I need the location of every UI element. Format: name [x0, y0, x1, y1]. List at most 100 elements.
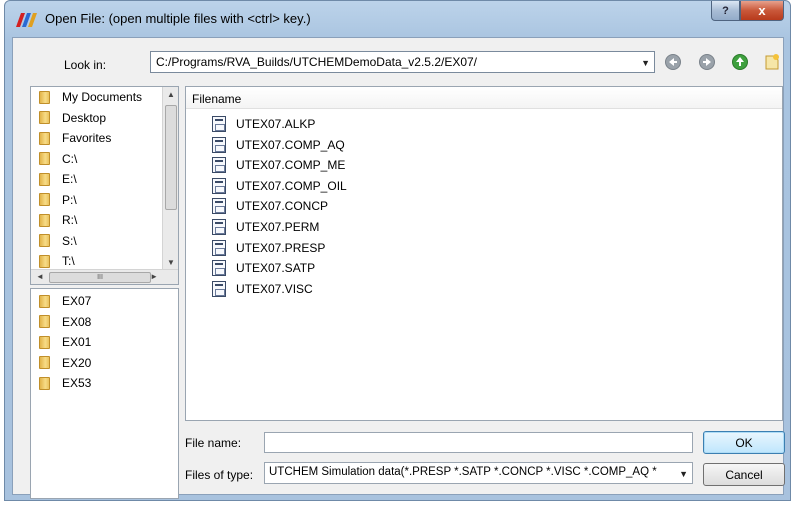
parent-folder-icon[interactable] — [731, 53, 749, 71]
open-file-dialog: Open File: (open multiple files with <ct… — [4, 0, 791, 501]
folder-icon — [39, 234, 50, 248]
filetype-value: UTCHEM Simulation data(*.PRESP *.SATP *.… — [269, 466, 657, 478]
places-vertical-scrollbar[interactable]: ▲ ▼ — [162, 87, 178, 270]
back-icon[interactable] — [664, 53, 682, 71]
folder-icon — [39, 152, 50, 166]
file-item[interactable]: UTEX07.CONCP — [212, 196, 328, 216]
scroll-up-icon[interactable]: ▲ — [167, 90, 175, 99]
file-name: UTEX07.COMP_ME — [236, 158, 346, 173]
folder-icon — [39, 315, 50, 329]
file-icon — [212, 280, 226, 297]
place-label: Desktop — [62, 110, 107, 125]
file-icon — [212, 219, 226, 235]
close-button[interactable]: x — [740, 1, 784, 21]
place-item[interactable]: P:\ — [31, 190, 178, 211]
recent-folder-label: EX07 — [62, 294, 92, 309]
place-label: Favorites — [62, 131, 112, 146]
scroll-left-icon[interactable]: ◄ — [36, 272, 44, 281]
scroll-down-icon[interactable]: ▼ — [167, 258, 175, 267]
file-icon — [212, 177, 226, 194]
file-name: UTEX07.COMP_AQ — [236, 137, 345, 152]
place-label: T:\ — [62, 254, 75, 269]
file-list[interactable]: Filename UTEX07.ALKP UTEX07.COMP_AQ UTEX07… — [185, 86, 783, 421]
recent-folder-item[interactable]: EX01 — [31, 332, 178, 353]
chevron-down-icon[interactable]: ▼ — [641, 58, 650, 68]
filename-input[interactable] — [264, 432, 693, 453]
folder-icon — [39, 376, 50, 390]
file-name: UTEX07.VISC — [236, 281, 313, 296]
filename-column-header[interactable]: Filename — [186, 87, 782, 109]
recent-folder-item[interactable]: EX08 — [31, 312, 178, 333]
place-label: C:\ — [62, 151, 78, 166]
file-name: UTEX07.SATP — [236, 261, 316, 276]
place-label: S:\ — [62, 233, 77, 248]
filename-label: File name: — [185, 436, 242, 450]
file-icon — [212, 157, 226, 174]
forward-icon[interactable] — [698, 53, 716, 71]
file-item[interactable]: UTEX07.SATP — [212, 258, 315, 278]
file-icon — [212, 198, 226, 215]
folder-icon — [39, 213, 50, 227]
place-label: E:\ — [62, 172, 77, 187]
file-icon — [212, 260, 226, 277]
folder-icon — [39, 111, 50, 125]
new-folder-icon[interactable] — [763, 53, 781, 71]
help-button[interactable]: ? — [711, 1, 740, 21]
recent-folders-list[interactable]: EX07 EX08 EX01 EX20 EX53 — [30, 288, 179, 499]
dialog-body: Look in: C:/Programs/RVA_Builds/UTCHEMDe… — [12, 37, 785, 499]
folder-icon — [39, 356, 50, 370]
filetype-combo[interactable]: UTCHEM Simulation data(*.PRESP *.SATP *.… — [264, 462, 693, 484]
recent-folder-item[interactable]: EX07 — [31, 291, 178, 312]
file-item[interactable]: UTEX07.PERM — [212, 217, 319, 237]
place-item[interactable]: C:\ — [31, 149, 178, 170]
folder-icon — [39, 335, 50, 349]
scroll-right-icon[interactable]: ► — [150, 272, 158, 281]
file-icon — [212, 239, 226, 256]
folder-icon — [39, 193, 50, 207]
folder-icon — [39, 131, 50, 145]
scroll-thumb[interactable]: III — [49, 272, 151, 283]
file-item[interactable]: UTEX07.VISC — [212, 279, 313, 299]
file-name: UTEX07.COMP_OIL — [236, 178, 347, 193]
recent-folder-item[interactable]: EX20 — [31, 353, 178, 374]
file-icon — [212, 136, 226, 153]
chevron-down-icon[interactable]: ▼ — [676, 469, 688, 479]
recent-folder-label: EX01 — [62, 335, 92, 350]
filetype-label: Files of type: — [185, 468, 254, 482]
recent-folder-label: EX08 — [62, 314, 92, 329]
file-item[interactable]: UTEX07.COMP_OIL — [212, 176, 347, 196]
place-label: My Documents — [62, 90, 143, 105]
recent-folder-label: EX20 — [62, 355, 92, 370]
lookin-combo[interactable]: C:/Programs/RVA_Builds/UTCHEMDemoData_v2… — [150, 51, 655, 73]
recent-folder-label: EX53 — [62, 376, 92, 391]
file-icon — [212, 116, 226, 132]
file-name: UTEX07.PRESP — [236, 240, 326, 255]
scroll-thumb[interactable] — [165, 105, 177, 210]
file-item[interactable]: UTEX07.PRESP — [212, 238, 325, 258]
file-item[interactable]: UTEX07.ALKP — [212, 114, 315, 134]
folder-icon — [39, 294, 50, 308]
place-item[interactable]: Favorites — [31, 128, 178, 149]
folder-icon — [39, 254, 50, 268]
place-item[interactable]: Desktop — [31, 108, 178, 129]
place-item[interactable]: S:\ — [31, 231, 178, 252]
lookin-path: C:/Programs/RVA_Builds/UTCHEMDemoData_v2… — [156, 55, 478, 69]
place-item[interactable]: R:\ — [31, 210, 178, 231]
recent-folder-item[interactable]: EX53 — [31, 373, 178, 394]
folder-icon — [39, 172, 50, 186]
file-name: UTEX07.CONCP — [236, 199, 329, 214]
folder-icon — [39, 90, 50, 104]
lookin-label: Look in: — [64, 58, 107, 72]
place-item[interactable]: My Documents — [31, 87, 178, 108]
cancel-button[interactable]: Cancel — [703, 463, 785, 486]
file-item[interactable]: UTEX07.COMP_ME — [212, 155, 345, 175]
file-name: UTEX07.ALKP — [236, 117, 316, 131]
file-item[interactable]: UTEX07.COMP_AQ — [212, 135, 345, 155]
ok-button[interactable]: OK — [703, 431, 785, 454]
place-label: P:\ — [62, 192, 77, 207]
place-label: R:\ — [62, 213, 78, 228]
places-list[interactable]: My Documents Desktop Favorites C:\ E:\ P:\ R:\… — [30, 86, 179, 285]
place-item[interactable]: E:\ — [31, 169, 178, 190]
file-name: UTEX07.PERM — [236, 220, 320, 234]
places-horizontal-scrollbar[interactable]: ◄ III ► — [31, 269, 178, 284]
